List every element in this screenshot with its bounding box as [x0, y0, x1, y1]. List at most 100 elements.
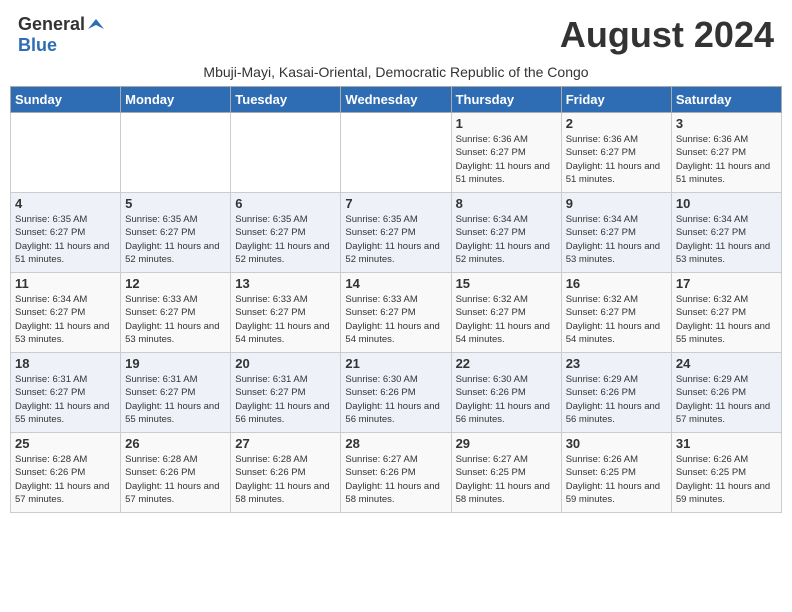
calendar-cell: 22 Sunrise: 6:30 AM Sunset: 6:26 PM Dayli…	[451, 353, 561, 433]
day-info: Sunrise: 6:35 AM Sunset: 6:27 PM Dayligh…	[235, 213, 336, 266]
calendar-cell: 10Sunrise: 6:34 AM Sunset: 6:27 PM Dayli…	[671, 193, 781, 273]
calendar-cell: 6 Sunrise: 6:35 AM Sunset: 6:27 PM Daylig…	[231, 193, 341, 273]
calendar-cell	[121, 113, 231, 193]
calendar-cell	[231, 113, 341, 193]
day-info: Sunrise: 6:32 AM Sunset: 6:27 PM Dayligh…	[456, 293, 557, 346]
day-info: Sunrise: 6:30 AM Sunset: 6:26 PM Dayligh…	[345, 373, 446, 426]
day-info: Sunrise: 6:27 AM Sunset: 6:26 PM Dayligh…	[345, 453, 446, 506]
column-header-sunday: Sunday	[11, 87, 121, 113]
day-info: Sunrise: 6:28 AM Sunset: 6:26 PM Dayligh…	[15, 453, 116, 506]
day-number: 21	[345, 356, 446, 371]
day-info: Sunrise: 6:35 AM Sunset: 6:27 PM Dayligh…	[125, 213, 226, 266]
column-header-thursday: Thursday	[451, 87, 561, 113]
day-number: 24	[676, 356, 777, 371]
calendar-cell: 30 Sunrise: 6:26 AM Sunset: 6:25 PM Dayli…	[561, 433, 671, 513]
calendar-cell: 9Sunrise: 6:34 AM Sunset: 6:27 PM Daylig…	[561, 193, 671, 273]
location-subtitle: Mbuji-Mayi, Kasai-Oriental, Democratic R…	[10, 64, 782, 80]
day-info: Sunrise: 6:36 AM Sunset: 6:27 PM Dayligh…	[676, 133, 777, 186]
day-number: 22	[456, 356, 557, 371]
day-number: 5	[125, 196, 226, 211]
month-title: August 2024	[560, 14, 774, 56]
day-number: 27	[235, 436, 336, 451]
day-number: 16	[566, 276, 667, 291]
calendar-cell: 2 Sunrise: 6:36 AM Sunset: 6:27 PM Daylig…	[561, 113, 671, 193]
calendar-cell: 11 Sunrise: 6:34 AM Sunset: 6:27 PM Dayli…	[11, 273, 121, 353]
day-info: Sunrise: 6:32 AM Sunset: 6:27 PM Dayligh…	[676, 293, 777, 346]
logo-general-text: General	[18, 14, 85, 35]
day-info: Sunrise: 6:26 AM Sunset: 6:25 PM Dayligh…	[676, 453, 777, 506]
calendar-cell: 21 Sunrise: 6:30 AM Sunset: 6:26 PM Dayli…	[341, 353, 451, 433]
calendar-cell: 18Sunrise: 6:31 AM Sunset: 6:27 PM Dayli…	[11, 353, 121, 433]
calendar-cell	[11, 113, 121, 193]
day-number: 29	[456, 436, 557, 451]
day-info: Sunrise: 6:36 AM Sunset: 6:27 PM Dayligh…	[456, 133, 557, 186]
day-number: 20	[235, 356, 336, 371]
day-info: Sunrise: 6:31 AM Sunset: 6:27 PM Dayligh…	[125, 373, 226, 426]
calendar-cell: 13 Sunrise: 6:33 AM Sunset: 6:27 PM Dayli…	[231, 273, 341, 353]
day-number: 31	[676, 436, 777, 451]
calendar-cell: 17Sunrise: 6:32 AM Sunset: 6:27 PM Dayli…	[671, 273, 781, 353]
calendar-cell: 12Sunrise: 6:33 AM Sunset: 6:27 PM Dayli…	[121, 273, 231, 353]
day-number: 25	[15, 436, 116, 451]
day-number: 4	[15, 196, 116, 211]
calendar-cell: 28 Sunrise: 6:27 AM Sunset: 6:26 PM Dayli…	[341, 433, 451, 513]
calendar-cell: 15Sunrise: 6:32 AM Sunset: 6:27 PM Dayli…	[451, 273, 561, 353]
day-info: Sunrise: 6:26 AM Sunset: 6:25 PM Dayligh…	[566, 453, 667, 506]
day-number: 6	[235, 196, 336, 211]
day-number: 3	[676, 116, 777, 131]
column-header-monday: Monday	[121, 87, 231, 113]
calendar-cell: 4 Sunrise: 6:35 AM Sunset: 6:27 PM Daylig…	[11, 193, 121, 273]
calendar-cell: 31 Sunrise: 6:26 AM Sunset: 6:25 PM Dayli…	[671, 433, 781, 513]
day-info: Sunrise: 6:30 AM Sunset: 6:26 PM Dayligh…	[456, 373, 557, 426]
calendar-cell: 7 Sunrise: 6:35 AM Sunset: 6:27 PM Daylig…	[341, 193, 451, 273]
column-header-wednesday: Wednesday	[341, 87, 451, 113]
logo-bird-icon	[86, 15, 104, 33]
day-info: Sunrise: 6:28 AM Sunset: 6:26 PM Dayligh…	[235, 453, 336, 506]
day-info: Sunrise: 6:33 AM Sunset: 6:27 PM Dayligh…	[125, 293, 226, 346]
day-info: Sunrise: 6:33 AM Sunset: 6:27 PM Dayligh…	[345, 293, 446, 346]
calendar-cell: 27 Sunrise: 6:28 AM Sunset: 6:26 PM Dayli…	[231, 433, 341, 513]
day-info: Sunrise: 6:27 AM Sunset: 6:25 PM Dayligh…	[456, 453, 557, 506]
day-number: 2	[566, 116, 667, 131]
day-number: 11	[15, 276, 116, 291]
column-header-friday: Friday	[561, 87, 671, 113]
day-info: Sunrise: 6:31 AM Sunset: 6:27 PM Dayligh…	[235, 373, 336, 426]
calendar-cell: 26 Sunrise: 6:28 AM Sunset: 6:26 PM Dayli…	[121, 433, 231, 513]
day-number: 8	[456, 196, 557, 211]
column-header-saturday: Saturday	[671, 87, 781, 113]
day-number: 30	[566, 436, 667, 451]
calendar-cell: 20 Sunrise: 6:31 AM Sunset: 6:27 PM Dayli…	[231, 353, 341, 433]
calendar-cell: 8 Sunrise: 6:34 AM Sunset: 6:27 PM Daylig…	[451, 193, 561, 273]
calendar-cell: 14Sunrise: 6:33 AM Sunset: 6:27 PM Dayli…	[341, 273, 451, 353]
day-number: 26	[125, 436, 226, 451]
column-header-tuesday: Tuesday	[231, 87, 341, 113]
day-info: Sunrise: 6:36 AM Sunset: 6:27 PM Dayligh…	[566, 133, 667, 186]
day-info: Sunrise: 6:29 AM Sunset: 6:26 PM Dayligh…	[566, 373, 667, 426]
calendar-cell: 19 Sunrise: 6:31 AM Sunset: 6:27 PM Dayli…	[121, 353, 231, 433]
day-number: 18	[15, 356, 116, 371]
calendar-table: SundayMondayTuesdayWednesdayThursdayFrid…	[10, 86, 782, 513]
calendar-cell: 5 Sunrise: 6:35 AM Sunset: 6:27 PM Daylig…	[121, 193, 231, 273]
calendar-cell: 23 Sunrise: 6:29 AM Sunset: 6:26 PM Dayli…	[561, 353, 671, 433]
day-number: 7	[345, 196, 446, 211]
day-number: 19	[125, 356, 226, 371]
day-info: Sunrise: 6:34 AM Sunset: 6:27 PM Dayligh…	[566, 213, 667, 266]
day-info: Sunrise: 6:29 AM Sunset: 6:26 PM Dayligh…	[676, 373, 777, 426]
day-info: Sunrise: 6:35 AM Sunset: 6:27 PM Dayligh…	[345, 213, 446, 266]
calendar-cell: 3 Sunrise: 6:36 AM Sunset: 6:27 PM Daylig…	[671, 113, 781, 193]
day-info: Sunrise: 6:28 AM Sunset: 6:26 PM Dayligh…	[125, 453, 226, 506]
logo-blue-text: Blue	[18, 35, 57, 56]
page-header: General Blue August 2024	[10, 10, 782, 60]
calendar-cell: 29 Sunrise: 6:27 AM Sunset: 6:25 PM Dayli…	[451, 433, 561, 513]
day-number: 13	[235, 276, 336, 291]
calendar-cell: 1Sunrise: 6:36 AM Sunset: 6:27 PM Daylig…	[451, 113, 561, 193]
calendar-cell: 16Sunrise: 6:32 AM Sunset: 6:27 PM Dayli…	[561, 273, 671, 353]
day-info: Sunrise: 6:34 AM Sunset: 6:27 PM Dayligh…	[15, 293, 116, 346]
day-number: 10	[676, 196, 777, 211]
day-info: Sunrise: 6:35 AM Sunset: 6:27 PM Dayligh…	[15, 213, 116, 266]
day-number: 23	[566, 356, 667, 371]
calendar-cell: 25 Sunrise: 6:28 AM Sunset: 6:26 PM Dayli…	[11, 433, 121, 513]
day-info: Sunrise: 6:34 AM Sunset: 6:27 PM Dayligh…	[456, 213, 557, 266]
day-number: 28	[345, 436, 446, 451]
day-info: Sunrise: 6:33 AM Sunset: 6:27 PM Dayligh…	[235, 293, 336, 346]
